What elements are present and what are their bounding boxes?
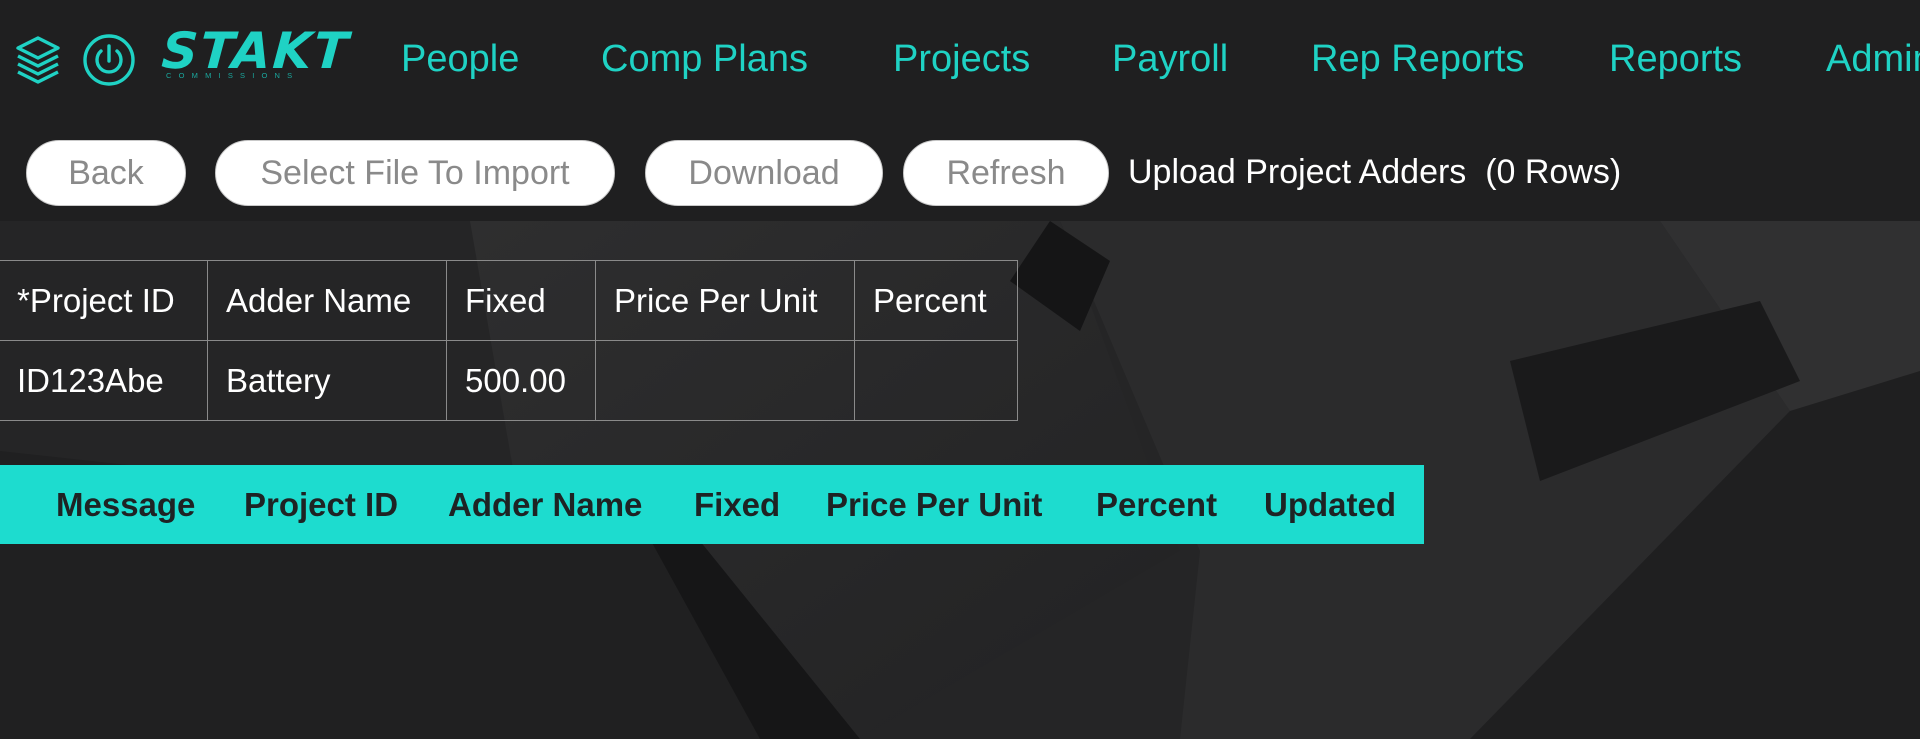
import-header-adder-name: Adder Name <box>207 260 447 341</box>
results-header-price-per-unit: Price Per Unit <box>826 486 1043 523</box>
brand-logo[interactable]: STAKT ™ COMMISSIONS <box>160 22 352 86</box>
stack-layers-icon[interactable] <box>14 34 62 86</box>
nav-item-comp-plans[interactable]: Comp Plans <box>601 37 808 83</box>
import-header-project-id: *Project ID <box>0 260 208 341</box>
import-cell-price-per-unit <box>595 340 855 421</box>
import-table: *Project ID Adder Name Fixed Price Per U… <box>0 260 1018 421</box>
nav-item-projects[interactable]: Projects <box>893 37 1030 83</box>
import-cell-adder-name: Battery <box>207 340 447 421</box>
nav-item-people[interactable]: People <box>401 37 519 83</box>
results-header-message: Message <box>56 486 196 523</box>
upload-title: Upload Project Adders (0 Rows) <box>1128 153 1622 191</box>
import-header-fixed: Fixed <box>446 260 596 341</box>
top-nav: STAKT ™ COMMISSIONS People Comp Plans Pr… <box>0 0 1920 124</box>
results-header-adder-name: Adder Name <box>448 486 643 523</box>
import-cell-fixed: 500.00 <box>446 340 596 421</box>
back-button[interactable]: Back <box>26 140 186 206</box>
app-page: STAKT ™ COMMISSIONS People Comp Plans Pr… <box>0 0 1920 739</box>
import-cell-project-id: ID123Abe <box>0 340 208 421</box>
table-row: ID123Abe Battery 500.00 <box>0 340 1018 421</box>
import-table-header-row: *Project ID Adder Name Fixed Price Per U… <box>0 260 1018 341</box>
nav-item-reports[interactable]: Reports <box>1609 37 1742 83</box>
power-icon[interactable] <box>82 33 136 87</box>
brand-name: STAKT <box>159 22 352 80</box>
select-file-button[interactable]: Select File To Import <box>215 140 615 206</box>
results-header: Message Project ID Adder Name Fixed Pric… <box>0 465 1424 544</box>
download-button[interactable]: Download <box>645 140 883 206</box>
nav-item-payroll[interactable]: Payroll <box>1112 37 1228 83</box>
logo-group <box>14 30 136 90</box>
results-header-project-id: Project ID <box>244 486 399 523</box>
results-header-updated: Updated <box>1264 486 1396 523</box>
brand-tagline: COMMISSIONS <box>166 71 300 80</box>
results-header-percent: Percent <box>1096 486 1218 523</box>
nav-item-admin[interactable]: Admin <box>1826 37 1920 83</box>
nav-item-rep-reports[interactable]: Rep Reports <box>1311 37 1524 83</box>
refresh-button[interactable]: Refresh <box>903 140 1109 206</box>
toolbar: Back Select File To Import Download Refr… <box>0 124 1920 221</box>
import-header-price-per-unit: Price Per Unit <box>595 260 855 341</box>
import-header-percent: Percent <box>854 260 1018 341</box>
import-cell-percent <box>854 340 1018 421</box>
brand-trademark: ™ <box>340 34 348 43</box>
results-header-fixed: Fixed <box>694 486 781 523</box>
